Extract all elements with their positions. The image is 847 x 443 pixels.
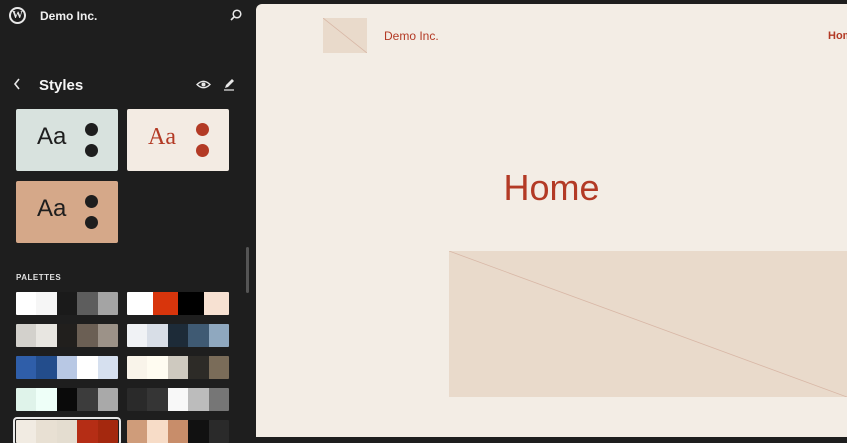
palette-swatch bbox=[127, 292, 153, 315]
palette-swatch bbox=[56, 356, 78, 379]
palette-swatch bbox=[127, 420, 148, 443]
palette-swatch bbox=[97, 324, 118, 347]
palette-option[interactable] bbox=[127, 356, 229, 379]
chevron-left-icon[interactable] bbox=[12, 77, 22, 91]
palettes-heading: PALETTES bbox=[16, 273, 62, 282]
wordpress-logo-icon[interactable]: W bbox=[9, 7, 26, 24]
editor-canvas[interactable]: Demo Inc. Home Home bbox=[256, 4, 847, 437]
page-heading[interactable]: Home bbox=[256, 167, 847, 209]
style-variation-1[interactable]: Aa bbox=[16, 109, 118, 171]
panel-title: Styles bbox=[39, 77, 84, 94]
palette-swatch bbox=[77, 388, 98, 411]
eye-icon[interactable] bbox=[196, 79, 211, 90]
palette-option[interactable] bbox=[13, 417, 121, 443]
palette-option[interactable] bbox=[127, 324, 229, 347]
palette-swatch bbox=[188, 324, 209, 347]
styles-panel-header: Styles bbox=[0, 74, 256, 98]
palette-swatch bbox=[152, 292, 178, 315]
palette-swatch bbox=[16, 356, 37, 379]
palette-swatch bbox=[167, 324, 189, 347]
palette-swatch bbox=[36, 292, 57, 315]
palette-swatch bbox=[56, 292, 78, 315]
palette-swatch bbox=[36, 420, 57, 443]
palette-swatch bbox=[77, 292, 98, 315]
palette-swatch bbox=[16, 292, 37, 315]
palette-swatch bbox=[16, 420, 37, 443]
palette-swatch bbox=[208, 356, 229, 379]
variation-color-dot bbox=[85, 123, 98, 136]
canvas-site-title[interactable]: Demo Inc. bbox=[384, 29, 439, 43]
variation-typography-sample: Aa bbox=[148, 124, 176, 150]
palette-swatch bbox=[127, 388, 148, 411]
palette-swatch bbox=[36, 388, 57, 411]
palette-swatch bbox=[56, 420, 78, 443]
palette-swatch bbox=[203, 292, 229, 315]
palette-swatch bbox=[178, 292, 204, 315]
palette-swatch bbox=[208, 324, 229, 347]
sidebar-topbar: W Demo Inc. bbox=[0, 0, 256, 34]
palette-swatch bbox=[147, 324, 168, 347]
variation-color-dot bbox=[196, 144, 209, 157]
variation-typography-sample: Aa bbox=[37, 123, 67, 150]
site-name[interactable]: Demo Inc. bbox=[40, 9, 97, 23]
variation-color-dot bbox=[196, 123, 209, 136]
palette-swatch bbox=[77, 324, 98, 347]
palette-swatch bbox=[77, 420, 98, 443]
palette-swatch bbox=[56, 324, 78, 347]
styles-sidebar: W Demo Inc. Styles Aa Aa Aa PALETTES bbox=[0, 0, 256, 443]
palette-option[interactable] bbox=[16, 388, 118, 411]
pencil-icon[interactable] bbox=[222, 77, 236, 91]
search-icon[interactable] bbox=[230, 9, 242, 21]
palette-option[interactable] bbox=[127, 388, 229, 411]
palette-option[interactable] bbox=[127, 292, 229, 315]
palette-swatch bbox=[188, 420, 209, 443]
nav-item-home[interactable]: Home bbox=[828, 30, 847, 42]
site-logo-placeholder[interactable] bbox=[323, 18, 367, 53]
palette-swatch bbox=[127, 324, 148, 347]
sidebar-scrollbar[interactable] bbox=[246, 247, 249, 293]
style-variation-2[interactable]: Aa bbox=[127, 109, 229, 171]
palette-swatch bbox=[97, 292, 118, 315]
style-variation-3[interactable]: Aa bbox=[16, 181, 118, 243]
palette-option[interactable] bbox=[16, 324, 118, 347]
palette-swatch bbox=[97, 388, 118, 411]
palette-option[interactable] bbox=[16, 356, 118, 379]
palette-swatch bbox=[36, 324, 57, 347]
palette-swatch bbox=[36, 356, 57, 379]
palette-swatch bbox=[77, 356, 98, 379]
palette-swatch bbox=[208, 388, 229, 411]
palette-swatch bbox=[147, 420, 168, 443]
palette-swatch bbox=[167, 420, 189, 443]
palette-swatch bbox=[167, 356, 189, 379]
palette-swatch bbox=[16, 388, 37, 411]
palette-swatch bbox=[16, 324, 37, 347]
palette-swatch bbox=[208, 420, 229, 443]
palette-swatch bbox=[188, 388, 209, 411]
variation-typography-sample: Aa bbox=[37, 195, 67, 222]
palette-swatch bbox=[97, 420, 118, 443]
variation-color-dot bbox=[85, 195, 98, 208]
palette-swatch bbox=[167, 388, 189, 411]
variation-color-dot bbox=[85, 216, 98, 229]
palette-option[interactable] bbox=[127, 420, 229, 443]
palette-swatch bbox=[188, 356, 209, 379]
palette-swatch bbox=[127, 356, 148, 379]
palette-option[interactable] bbox=[16, 292, 118, 315]
variation-color-dot bbox=[85, 144, 98, 157]
palette-swatch bbox=[97, 356, 118, 379]
featured-image-placeholder[interactable] bbox=[449, 251, 847, 397]
palette-swatch bbox=[147, 356, 168, 379]
palette-swatch bbox=[147, 388, 168, 411]
palette-swatch bbox=[56, 388, 78, 411]
